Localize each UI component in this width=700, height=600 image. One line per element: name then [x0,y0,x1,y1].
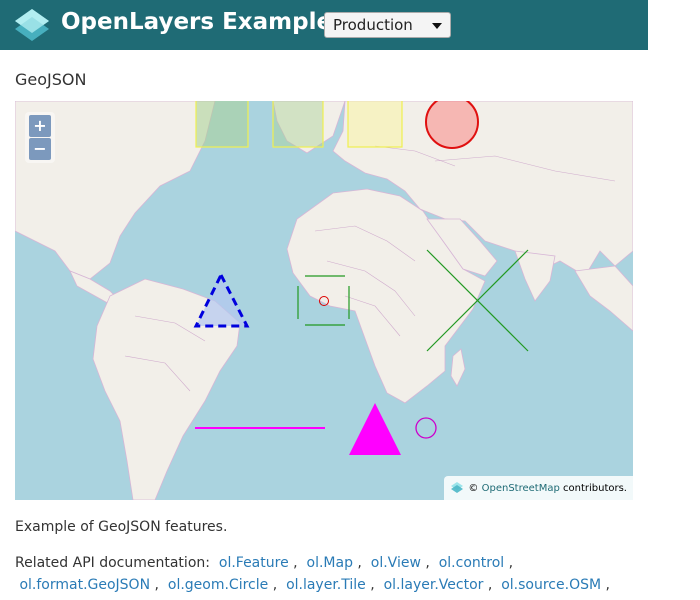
api-link-ol-format-geojson[interactable]: ol.format.GeoJSON [19,577,150,593]
api-link-ol-view[interactable]: ol.View [371,555,421,571]
attribution-info-icon[interactable] [450,481,464,495]
api-link-ol-control[interactable]: ol.control [439,555,504,571]
openlayers-logo-icon[interactable] [13,7,51,43]
api-label: Related API documentation: [15,555,210,571]
brand-title[interactable]: OpenLayers Examples [61,9,346,35]
zoom-in-button[interactable]: + [29,115,51,137]
zoom-out-button[interactable]: − [29,138,51,160]
zoom-control: + − [25,112,55,163]
api-line-2: ol.format.GeoJSON , ol.geom.Circle , ol.… [19,577,610,593]
land-layer [15,101,633,500]
mode-select[interactable]: Production [324,12,451,38]
api-link-ol-map[interactable]: ol.Map [307,555,353,571]
example-description: Example of GeoJSON features. [15,519,228,535]
map-attribution: © OpenStreetMap contributors. [444,476,633,500]
api-link-ol-layer-tile[interactable]: ol.layer.Tile [286,577,366,593]
chevron-down-icon [432,23,442,29]
map-viewport[interactable]: + − © OpenStreetMap contributors. [15,101,633,500]
mode-select-value: Production [333,16,413,34]
attribution-prefix: © [468,482,479,494]
top-navbar: OpenLayers Examples Production [0,0,648,50]
api-link-ol-source-osm[interactable]: ol.source.OSM [501,577,601,593]
map-canvas[interactable] [15,101,633,500]
openstreetmap-link[interactable]: OpenStreetMap [482,483,560,494]
page-title: GeoJSON [15,70,87,89]
attribution-suffix: contributors. [563,482,627,494]
api-link-ol-geom-circle[interactable]: ol.geom.Circle [168,577,268,593]
api-link-ol-layer-vector[interactable]: ol.layer.Vector [384,577,484,593]
api-docs: Related API documentation: ol.Feature , … [15,552,655,596]
api-line-1: Related API documentation: ol.Feature , … [15,555,514,571]
api-link-ol-feature[interactable]: ol.Feature [219,555,289,571]
